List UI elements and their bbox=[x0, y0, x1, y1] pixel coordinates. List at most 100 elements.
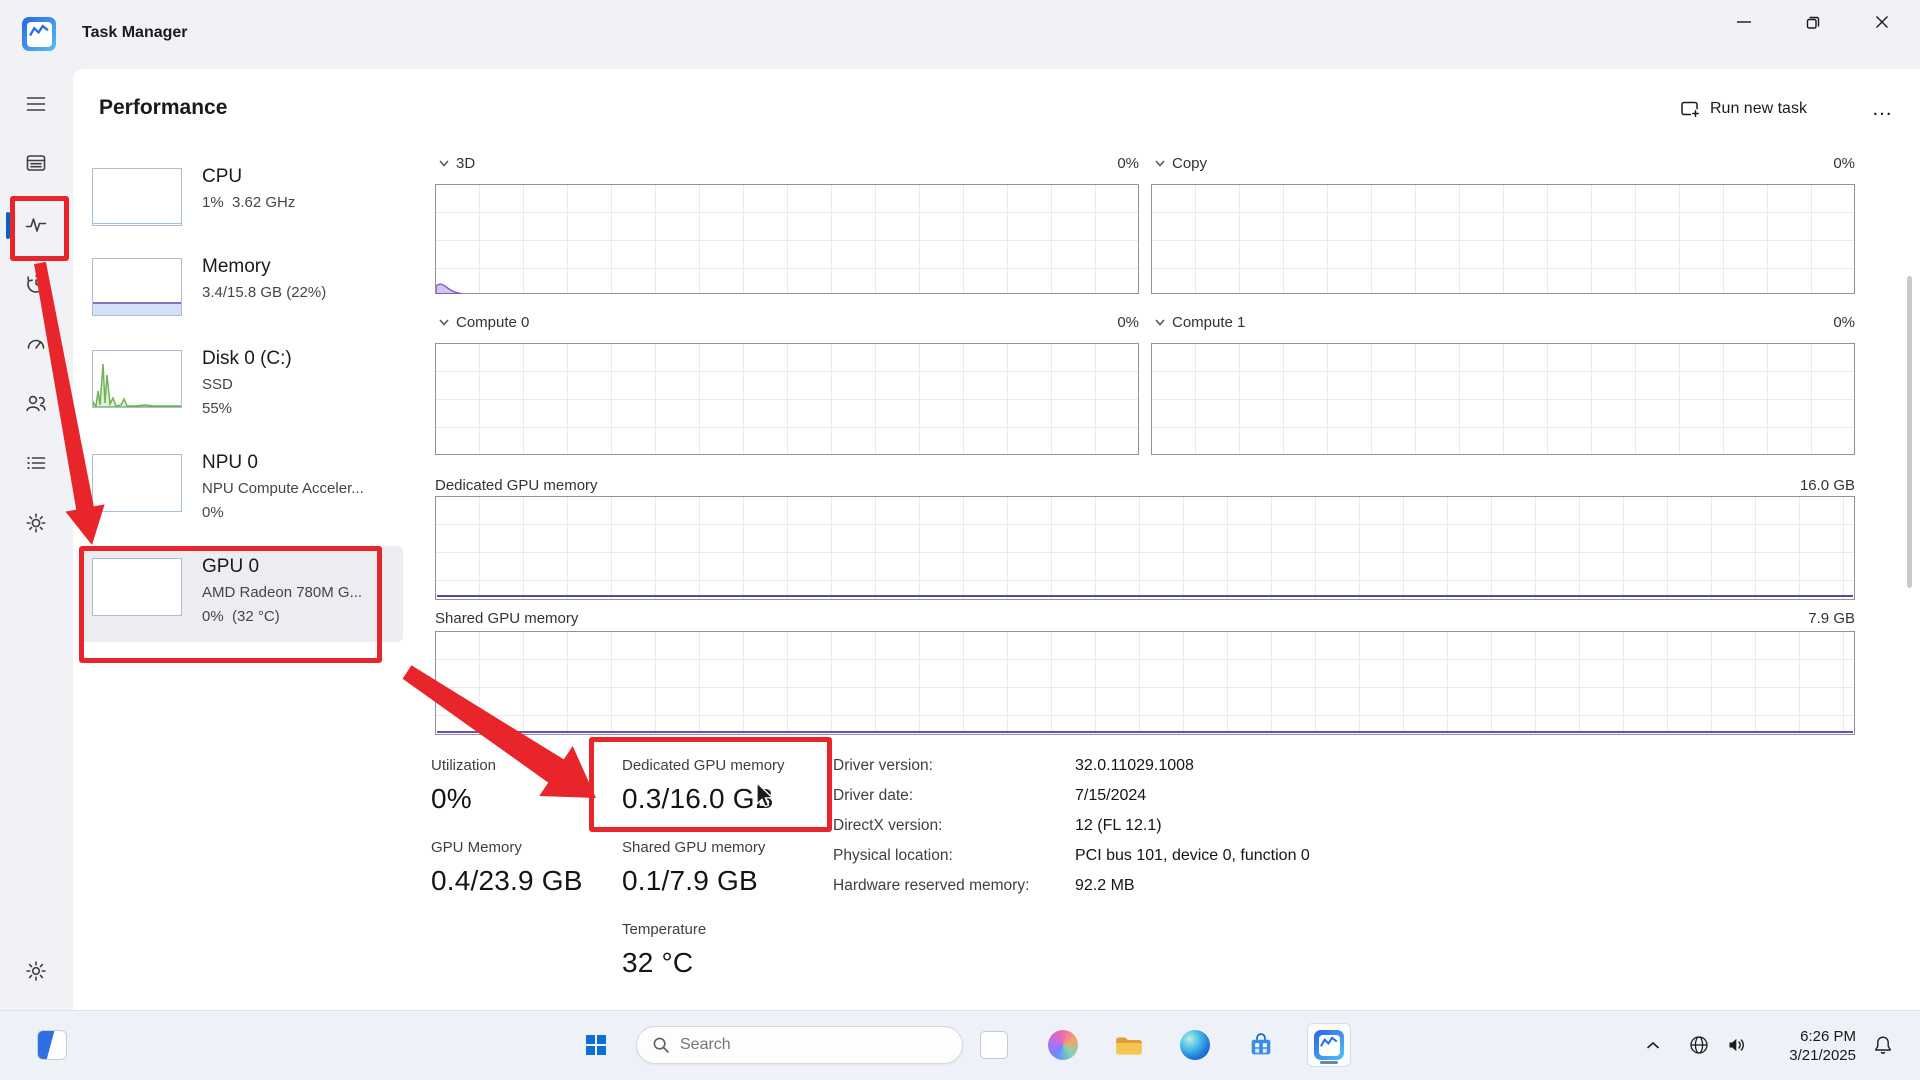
stat-label: Shared GPU memory bbox=[622, 839, 765, 856]
tray-show-hidden-button[interactable] bbox=[1638, 1031, 1668, 1059]
stat-value: 0.4/23.9 GB bbox=[431, 865, 583, 897]
settings-button[interactable] bbox=[16, 951, 56, 991]
selected-indicator bbox=[6, 212, 10, 239]
copilot-icon bbox=[1048, 1030, 1078, 1060]
volume-icon bbox=[1725, 1033, 1749, 1057]
task-manager-taskbar-button[interactable] bbox=[1307, 1023, 1351, 1067]
driver-details: Driver version: 32.0.11029.1008 Driver d… bbox=[833, 757, 1310, 895]
sidebar-item-app-history[interactable] bbox=[16, 264, 56, 304]
sidebar-item-details[interactable] bbox=[16, 443, 56, 483]
copilot-button[interactable] bbox=[1041, 1023, 1085, 1067]
run-new-task-button[interactable]: Run new task bbox=[1669, 93, 1817, 125]
menu-button[interactable] bbox=[16, 84, 56, 124]
disk-mini-chart bbox=[92, 350, 182, 408]
minimize-button[interactable] bbox=[1709, 0, 1778, 44]
run-new-task-icon bbox=[1679, 98, 1701, 120]
stat-value: 32 °C bbox=[622, 947, 706, 979]
close-button[interactable] bbox=[1847, 0, 1916, 44]
network-button[interactable] bbox=[1684, 1031, 1714, 1059]
active-app-indicator bbox=[1320, 1061, 1338, 1064]
sidebar-item-users[interactable] bbox=[16, 383, 56, 423]
detail-value: 32.0.11029.1008 bbox=[1075, 757, 1310, 775]
edge-icon bbox=[1180, 1030, 1210, 1060]
stat-label: Temperature bbox=[622, 921, 706, 938]
chart-shared-memory bbox=[435, 631, 1855, 735]
content-panel: Performance Run new task … CPU 1% 3.62 G… bbox=[73, 69, 1920, 1010]
perf-item-npu0[interactable]: NPU 0 NPU Compute Acceler... 0% bbox=[73, 454, 409, 542]
sidebar-item-startup-apps[interactable] bbox=[16, 323, 56, 363]
restore-icon bbox=[1801, 10, 1825, 34]
stat-shared-memory: Shared GPU memory 0.1/7.9 GB bbox=[622, 839, 765, 897]
start-button[interactable] bbox=[574, 1023, 618, 1067]
edge-button[interactable] bbox=[1173, 1023, 1217, 1067]
stat-utilization: Utilization 0% bbox=[431, 757, 496, 815]
dedicated-memory-usage-line bbox=[437, 595, 1853, 597]
widgets-button[interactable] bbox=[30, 1023, 74, 1067]
search-icon bbox=[651, 1035, 671, 1055]
task-manager-icon-chart bbox=[29, 24, 50, 39]
perf-item-name: Memory bbox=[202, 256, 271, 278]
chevron-down-icon[interactable] bbox=[435, 154, 453, 172]
stat-gpu-memory: GPU Memory 0.4/23.9 GB bbox=[431, 839, 583, 897]
maximize-restore-button[interactable] bbox=[1778, 0, 1847, 44]
minimize-icon bbox=[1732, 10, 1756, 34]
perf-item-memory[interactable]: Memory 3.4/15.8 GB (22%) bbox=[73, 258, 409, 334]
page-title: Performance bbox=[99, 96, 227, 120]
stat-temperature: Temperature 32 °C bbox=[622, 921, 706, 979]
perf-item-name: NPU 0 bbox=[202, 452, 258, 474]
app-history-icon bbox=[24, 272, 48, 296]
perf-item-detail2: 0% (32 °C) bbox=[202, 608, 280, 625]
vertical-scrollbar[interactable] bbox=[1907, 276, 1912, 588]
search-input[interactable] bbox=[680, 1036, 920, 1054]
hamburger-icon bbox=[24, 92, 48, 116]
detail-label: Hardware reserved memory: bbox=[833, 877, 1075, 895]
detail-value: PCI bus 101, device 0, function 0 bbox=[1075, 847, 1310, 865]
taskbar: 6:26 PM 3/21/2025 bbox=[0, 1010, 1920, 1080]
chevron-down-icon[interactable] bbox=[1151, 313, 1169, 331]
perf-item-detail: 3.4/15.8 GB (22%) bbox=[202, 284, 326, 301]
network-icon bbox=[1687, 1033, 1711, 1057]
chart-value: 0% bbox=[1833, 155, 1855, 172]
run-new-task-label: Run new task bbox=[1710, 100, 1807, 118]
taskbar-search[interactable] bbox=[636, 1026, 963, 1064]
stat-value: 0.3/16.0 GB bbox=[622, 783, 785, 815]
chart-title: 3D bbox=[456, 155, 475, 172]
file-explorer-button[interactable] bbox=[1107, 1023, 1151, 1067]
memory-mini-chart bbox=[92, 258, 182, 316]
chart-compute1 bbox=[1151, 343, 1855, 455]
detail-label: Physical location: bbox=[833, 847, 1075, 865]
perf-item-disk0[interactable]: Disk 0 (C:) SSD 55% bbox=[73, 350, 409, 438]
navigation-rail bbox=[0, 69, 73, 1010]
chevron-down-icon[interactable] bbox=[435, 313, 453, 331]
sidebar-item-performance[interactable] bbox=[16, 205, 56, 245]
performance-icon bbox=[24, 213, 48, 237]
taskbar-clock[interactable]: 6:26 PM 3/21/2025 bbox=[1789, 1027, 1856, 1065]
more-icon: … bbox=[1872, 97, 1893, 121]
perf-item-detail2: 0% bbox=[202, 504, 224, 521]
perf-item-cpu[interactable]: CPU 1% 3.62 GHz bbox=[73, 168, 409, 244]
notifications-button[interactable] bbox=[1868, 1031, 1898, 1059]
chart-title: Shared GPU memory bbox=[435, 610, 578, 627]
chart-header-3d: 3D 0% bbox=[435, 152, 1139, 174]
sidebar-item-services[interactable] bbox=[16, 503, 56, 543]
volume-button[interactable] bbox=[1722, 1031, 1752, 1059]
perf-item-gpu0[interactable]: GPU 0 AMD Radeon 780M G... 0% (32 °C) bbox=[73, 558, 409, 646]
titlebar: Task Manager bbox=[0, 0, 1920, 69]
chevron-down-icon[interactable] bbox=[1151, 154, 1169, 172]
stat-value: 0% bbox=[431, 783, 496, 815]
services-icon bbox=[24, 511, 48, 535]
store-button[interactable] bbox=[1239, 1023, 1283, 1067]
sidebar-item-processes[interactable] bbox=[16, 143, 56, 183]
more-options-button[interactable]: … bbox=[1859, 91, 1905, 127]
pinned-app-button[interactable] bbox=[972, 1023, 1016, 1067]
stat-label: Dedicated GPU memory bbox=[622, 757, 785, 774]
close-icon bbox=[1870, 10, 1894, 34]
folder-icon bbox=[1114, 1032, 1144, 1059]
detail-value: 12 (FL 12.1) bbox=[1075, 817, 1310, 835]
chart-axis-max: 7.9 GB bbox=[1808, 610, 1855, 627]
detail-label: Driver version: bbox=[833, 757, 1075, 775]
chart-header-copy: Copy 0% bbox=[1151, 152, 1855, 174]
stat-label: Utilization bbox=[431, 757, 496, 774]
detail-value: 92.2 MB bbox=[1075, 877, 1310, 895]
tray-chevron-icon bbox=[1642, 1034, 1664, 1056]
